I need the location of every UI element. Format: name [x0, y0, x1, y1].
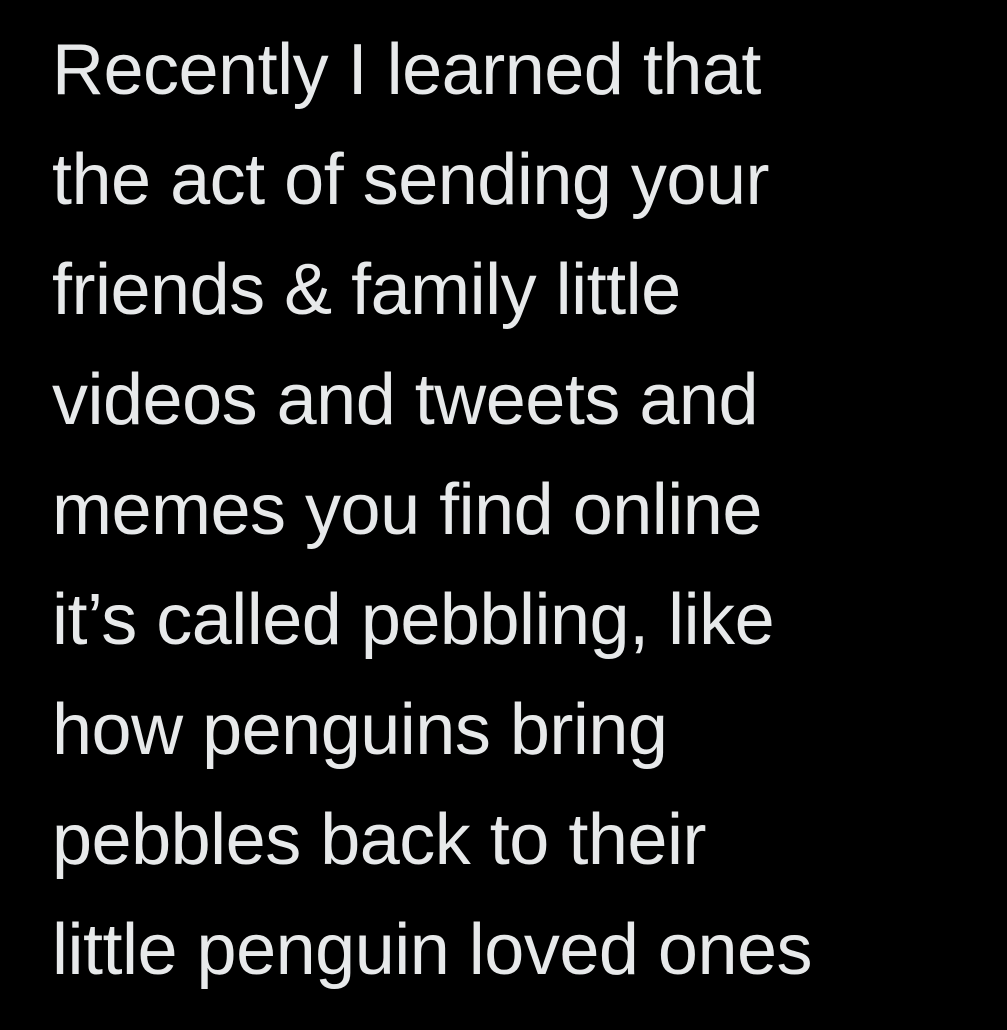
tweet-line: it’s called pebbling, like	[52, 580, 775, 660]
tweet-line: videos and tweets and	[52, 360, 758, 440]
tweet-line: little penguin loved ones	[52, 910, 813, 990]
tweet-line: memes you find online	[52, 470, 762, 550]
tweet-line: pebbles back to their	[52, 800, 706, 880]
tweet-line: friends & family little	[52, 250, 681, 330]
tweet-text: Recently I learned that the act of sendi…	[52, 15, 813, 1005]
tweet-line: the act of sending your	[52, 140, 769, 220]
tweet-line: how penguins bring	[52, 690, 668, 770]
tweet-line: Recently I learned that	[52, 30, 761, 110]
